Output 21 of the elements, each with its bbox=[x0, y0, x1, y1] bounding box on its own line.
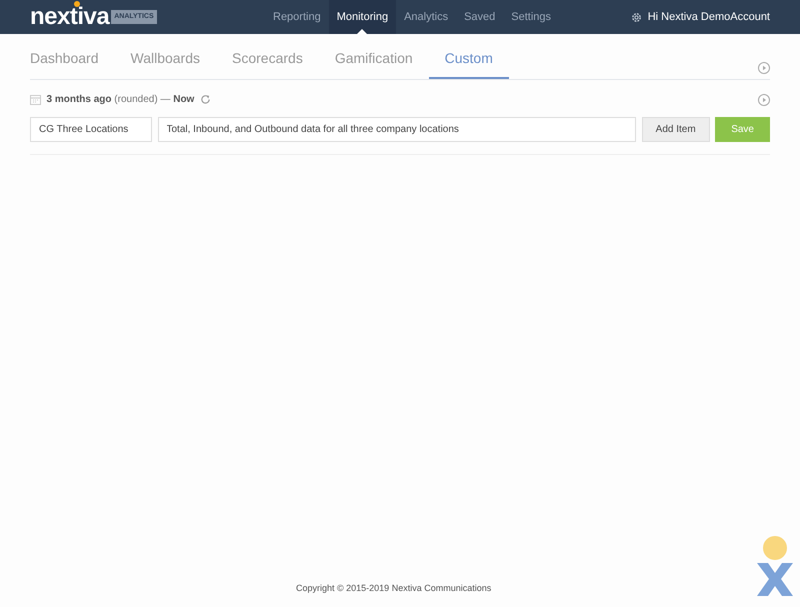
settings-icon[interactable] bbox=[631, 12, 642, 22]
nav-link[interactable]: Saved bbox=[456, 0, 504, 34]
tab[interactable]: Gamification bbox=[318, 34, 429, 79]
play-icon[interactable] bbox=[758, 62, 770, 74]
play-icon[interactable] bbox=[758, 94, 770, 106]
user-greeting[interactable]: Hi Nextiva DemoAccount bbox=[648, 8, 770, 26]
nav-link[interactable]: Monitoring bbox=[328, 0, 396, 34]
refresh-icon[interactable] bbox=[200, 94, 211, 105]
description-field[interactable]: Total, Inbound, and Outbound data for all three company locations bbox=[158, 117, 636, 142]
tab[interactable]: Dashboard bbox=[30, 34, 114, 79]
add-item-button[interactable]: Add Item bbox=[642, 117, 710, 142]
tab[interactable]: Wallboards bbox=[114, 34, 216, 79]
copyright-text: Copyright © 2015-2019 Nextiva Communications bbox=[296, 582, 492, 595]
name-field[interactable]: CG Three Locations bbox=[30, 117, 152, 142]
calendar-icon[interactable] bbox=[30, 94, 41, 105]
nav-link[interactable]: Analytics bbox=[396, 0, 456, 34]
nav-link[interactable]: Reporting bbox=[265, 0, 329, 34]
date-range[interactable]: 3 months ago (rounded) — Now bbox=[46, 92, 194, 107]
tab[interactable]: Scorecards bbox=[216, 34, 319, 79]
nav-link[interactable]: Settings bbox=[503, 0, 560, 34]
tab[interactable]: Custom bbox=[428, 34, 509, 79]
